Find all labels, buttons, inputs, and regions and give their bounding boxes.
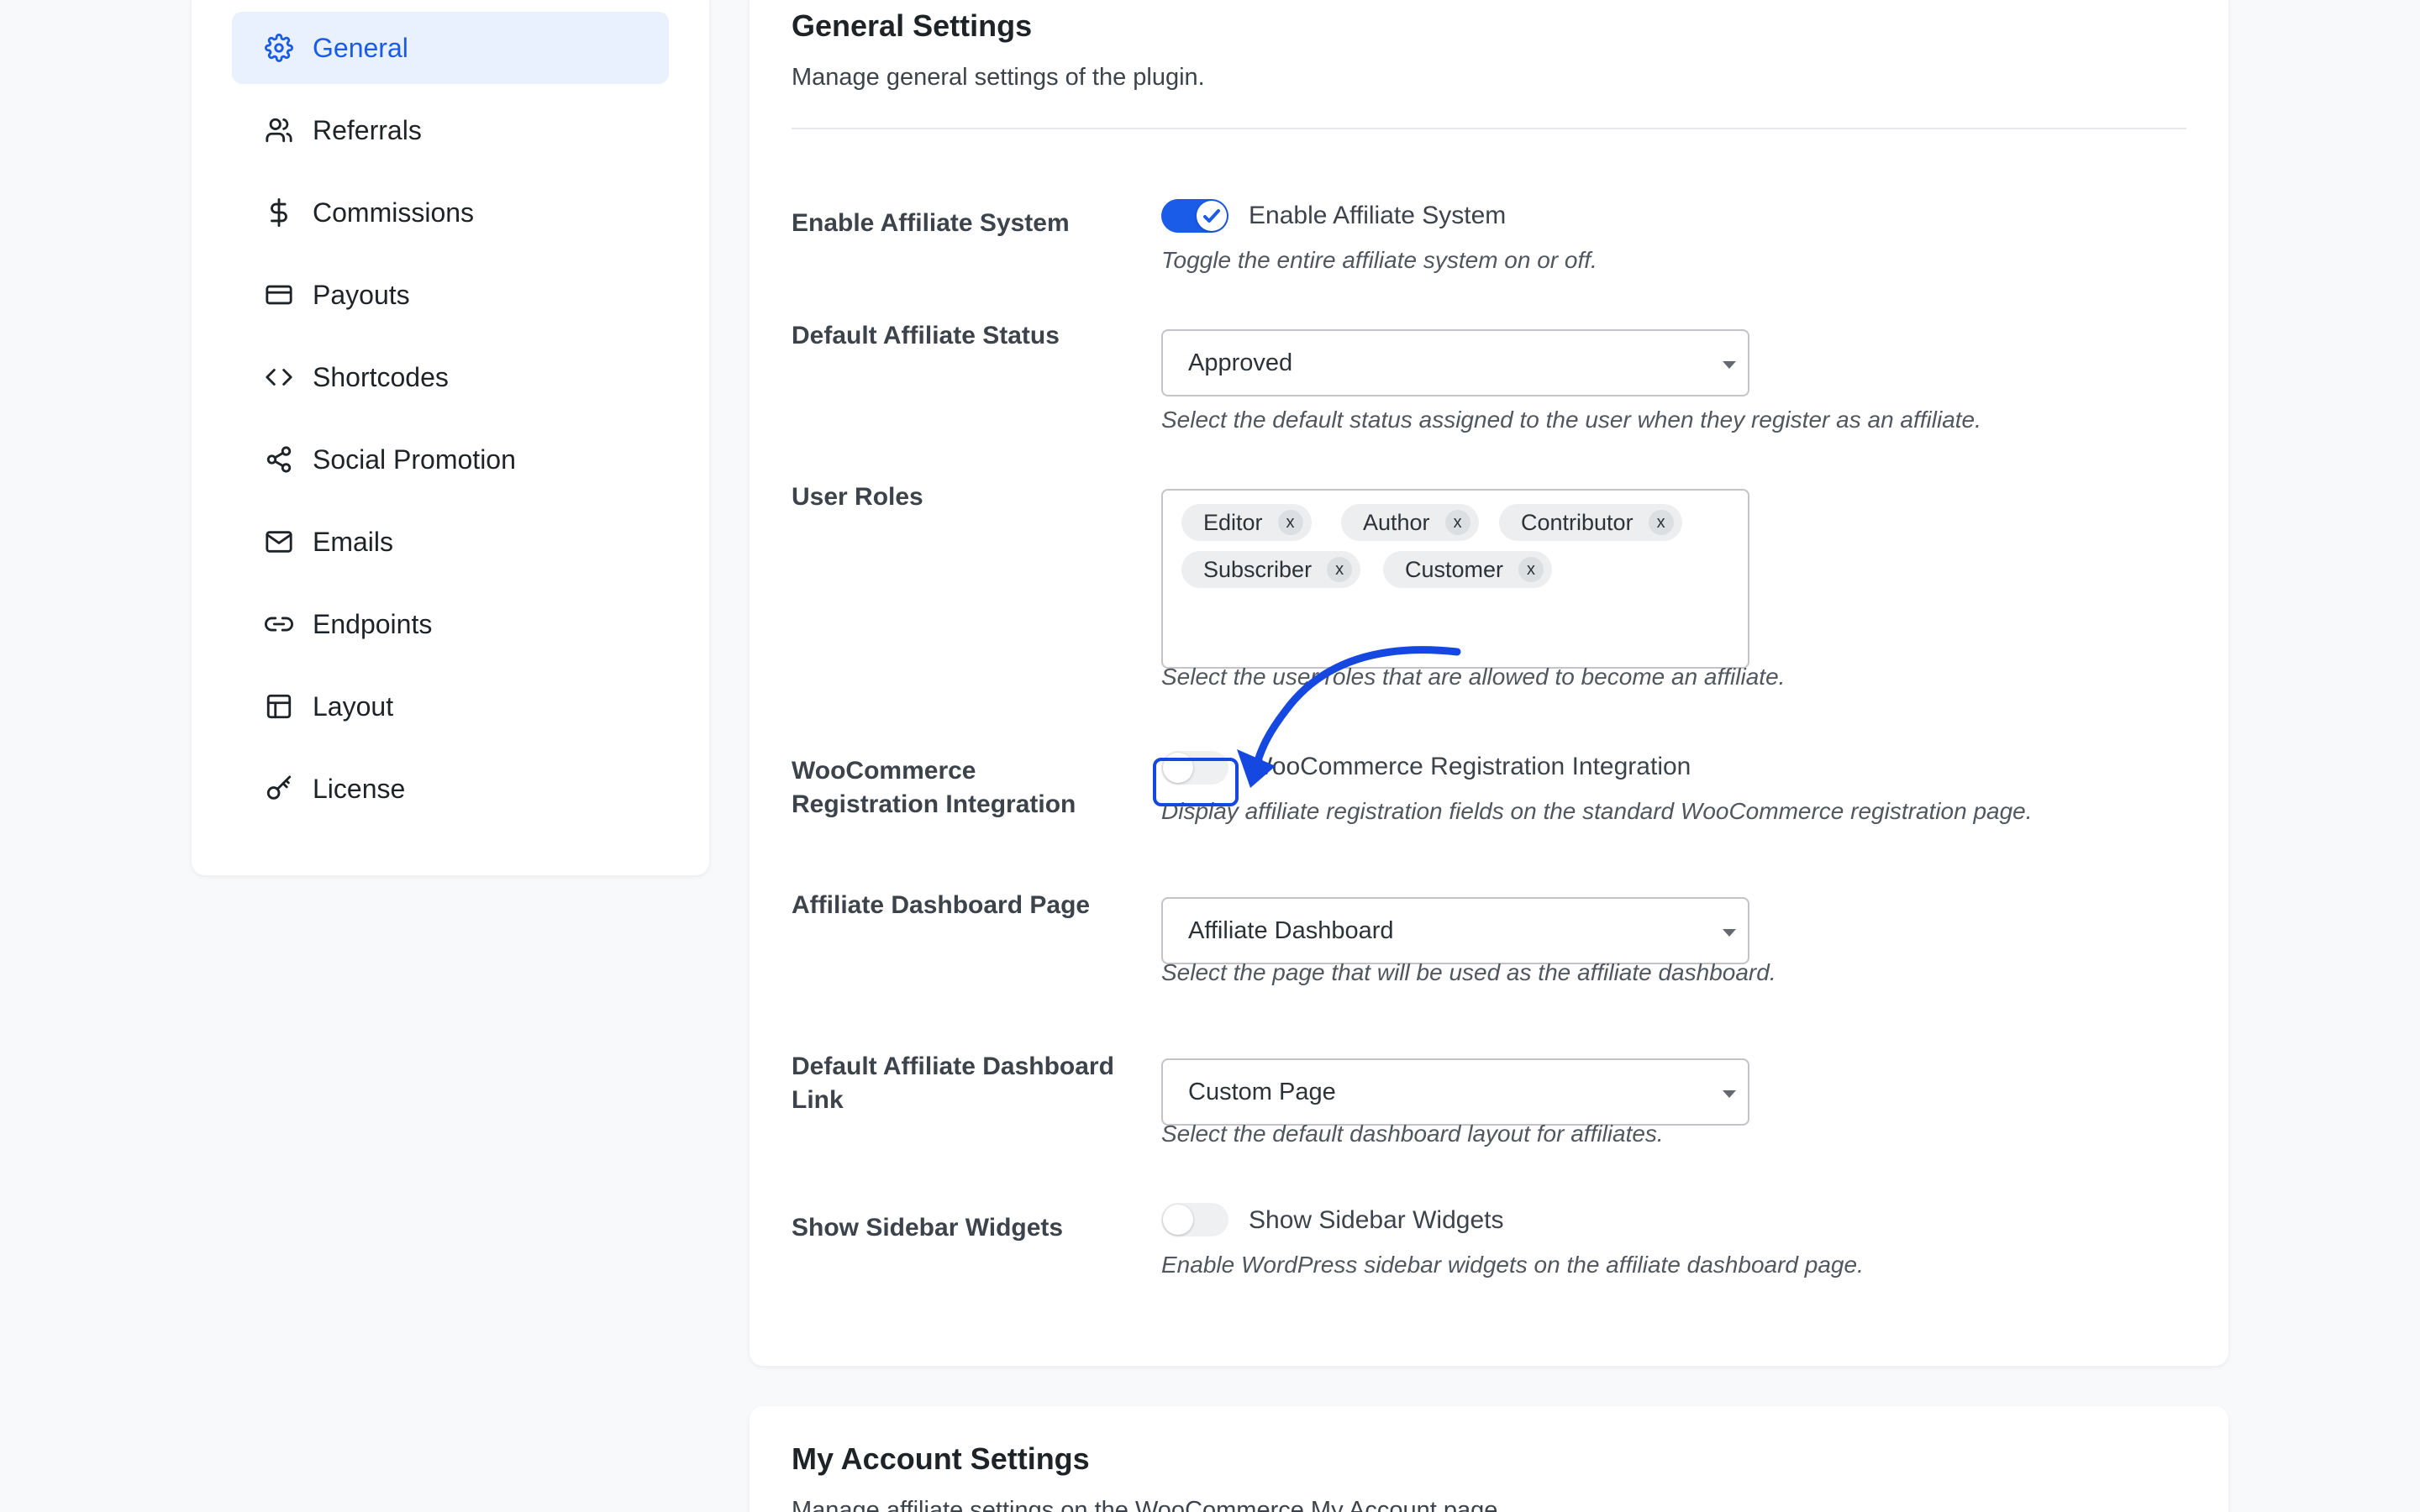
sidebar-widgets-toggle[interactable] [1161, 1203, 1228, 1236]
user-roles-label: User Roles [792, 483, 923, 511]
mail-icon [264, 527, 294, 557]
gear-icon [264, 33, 294, 63]
sidebar-item-general[interactable]: General [232, 12, 669, 84]
sidebar-item-label: Layout [313, 690, 394, 722]
enable-affiliate-help: Toggle the entire affiliate system on or… [1161, 247, 1597, 273]
tag-label: Editor [1203, 509, 1263, 535]
dashboard-link-label: Default Affiliate Dashboard Link [792, 1050, 1144, 1117]
toggle-knob [1197, 201, 1227, 231]
select-value: Affiliate Dashboard [1188, 916, 1394, 944]
role-tag: Author x [1341, 504, 1479, 541]
my-account-settings-card: My Account Settings Manage affiliate set… [750, 1406, 2228, 1512]
settings-sidebar: General Referrals Commissions Payouts Sh… [192, 0, 709, 875]
sidebar-item-label: Endpoints [313, 608, 433, 639]
select-value: Approved [1188, 349, 1293, 376]
remove-tag-button[interactable]: x [1327, 557, 1353, 582]
select-value: Custom Page [1188, 1078, 1336, 1105]
dashboard-page-help: Select the page that will be used as the… [1161, 959, 1776, 985]
label-line: Registration Integration [792, 790, 1076, 818]
section-title: General Settings [792, 8, 1033, 43]
sidebar-item-label: Emails [313, 526, 394, 557]
caret-down-icon [1723, 361, 1736, 369]
sidebar-widgets-label: Show Sidebar Widgets [792, 1214, 1064, 1242]
sidebar-widgets-help: Enable WordPress sidebar widgets on the … [1161, 1252, 1864, 1278]
section-description: Manage general settings of the plugin. [792, 64, 1205, 91]
code-icon [264, 362, 294, 392]
dollar-icon [264, 197, 294, 228]
label-line: Link [792, 1086, 844, 1114]
section-title: My Account Settings [792, 1441, 1090, 1476]
default-status-select[interactable]: Approved [1161, 329, 1749, 396]
dashboard-link-select[interactable]: Custom Page [1161, 1058, 1749, 1126]
toggle-knob [1163, 1205, 1193, 1235]
layout-icon [264, 691, 294, 722]
role-tag: Subscriber x [1181, 551, 1361, 588]
link-icon [264, 609, 294, 639]
role-tag: Customer x [1383, 551, 1553, 588]
remove-tag-button[interactable]: x [1444, 510, 1470, 535]
sidebar-item-label: Payouts [313, 279, 410, 310]
tag-label: Contributor [1521, 509, 1634, 535]
tag-label: Subscriber [1203, 556, 1313, 582]
default-status-label: Default Affiliate Status [792, 322, 1060, 349]
default-status-help: Select the default status assigned to th… [1161, 407, 1981, 433]
tag-label: Customer [1405, 556, 1504, 582]
remove-tag-button[interactable]: x [1518, 557, 1544, 582]
section-description: Manage affiliate settings on the WooComm… [792, 1497, 1505, 1512]
enable-affiliate-toggle-text: Enable Affiliate System [1249, 202, 1507, 229]
dashboard-link-help: Select the default dashboard layout for … [1161, 1121, 1664, 1147]
sidebar-item-shortcodes[interactable]: Shortcodes [232, 341, 669, 413]
sidebar-item-referrals[interactable]: Referrals [232, 94, 669, 166]
sidebar-item-label: Shortcodes [313, 361, 449, 392]
sidebar-item-label: General [313, 32, 408, 63]
sidebar-item-social-promotion[interactable]: Social Promotion [232, 423, 669, 496]
general-settings-card: General Settings Manage general settings… [750, 0, 2228, 1366]
sidebar-item-label: Referrals [313, 114, 422, 145]
section-divider [792, 128, 2186, 129]
share-icon [264, 444, 294, 475]
sidebar-item-label: License [313, 773, 406, 804]
sidebar-item-payouts[interactable]: Payouts [232, 259, 669, 331]
sidebar-item-commissions[interactable]: Commissions [232, 176, 669, 249]
sidebar-item-layout[interactable]: Layout [232, 670, 669, 743]
label-line: Default Affiliate Dashboard [792, 1053, 1114, 1080]
sidebar-item-label: Commissions [313, 197, 475, 228]
enable-affiliate-toggle[interactable] [1161, 199, 1228, 233]
sidebar-widgets-toggle-text: Show Sidebar Widgets [1249, 1206, 1504, 1234]
annotation-highlight-box [1153, 758, 1239, 806]
key-icon [264, 774, 294, 804]
dashboard-page-label: Affiliate Dashboard Page [792, 891, 1091, 919]
sidebar-item-label: Social Promotion [313, 444, 516, 475]
remove-tag-button[interactable]: x [1277, 510, 1303, 535]
tag-label: Author [1363, 509, 1430, 535]
remove-tag-button[interactable]: x [1648, 510, 1674, 535]
sidebar-item-emails[interactable]: Emails [232, 506, 669, 578]
role-tag: Editor x [1181, 504, 1312, 541]
label-line: WooCommerce [792, 757, 976, 785]
dashboard-page-select[interactable]: Affiliate Dashboard [1161, 897, 1749, 964]
sidebar-item-endpoints[interactable]: Endpoints [232, 588, 669, 660]
woo-integration-label: WooCommerce Registration Integration [792, 754, 1144, 822]
check-icon [1203, 209, 1220, 223]
role-tag: Contributor x [1499, 504, 1682, 541]
annotation-arrow-icon [1237, 646, 1461, 788]
enable-affiliate-label: Enable Affiliate System [792, 209, 1070, 237]
woo-integration-help: Display affiliate registration fields on… [1161, 798, 2033, 824]
caret-down-icon [1723, 929, 1736, 937]
sidebar-item-license[interactable]: License [232, 753, 669, 825]
credit-card-icon [264, 280, 294, 310]
caret-down-icon [1723, 1090, 1736, 1098]
users-icon [264, 115, 294, 145]
